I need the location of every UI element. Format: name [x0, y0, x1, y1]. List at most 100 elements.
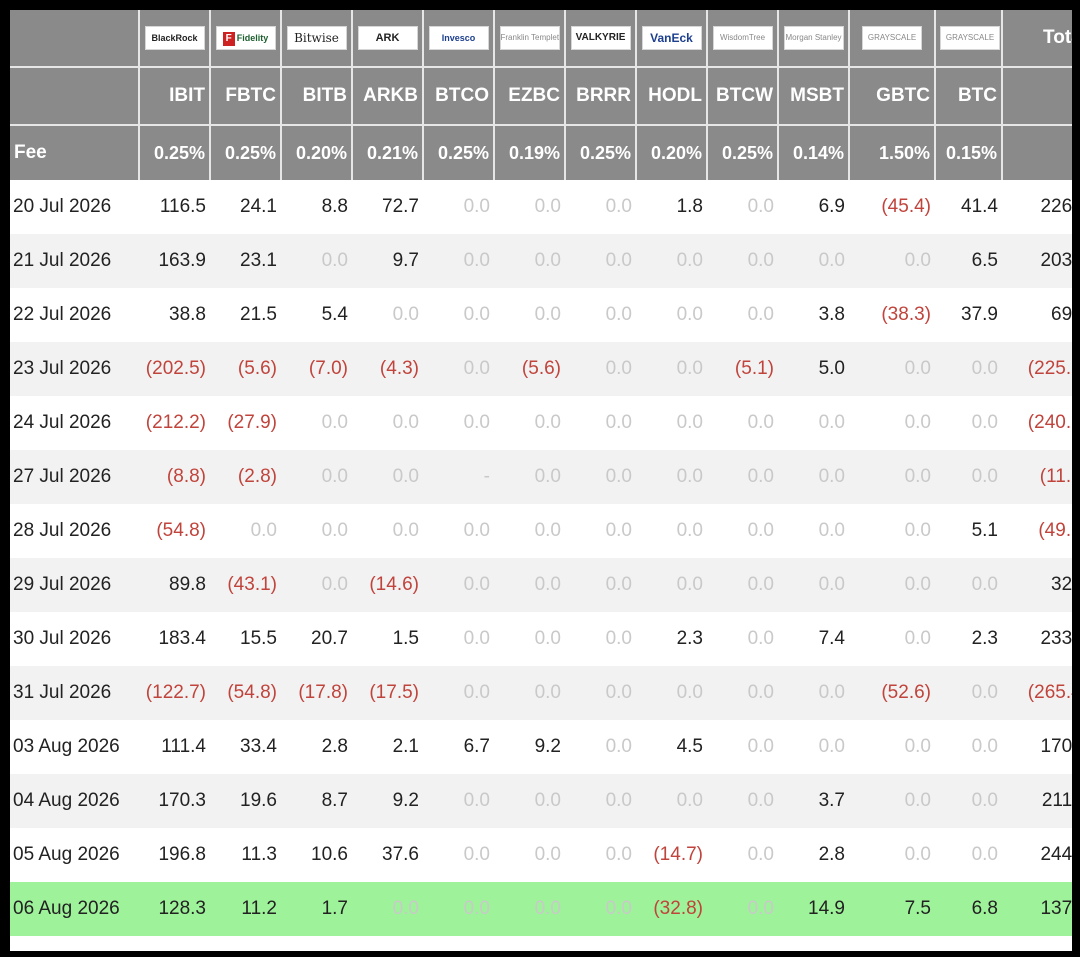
flow-cell-ibit: 111.4	[161, 736, 206, 757]
flow-cell-ibit: 128.3	[139, 882, 210, 936]
flow-cell-arkb: 9.2	[352, 774, 423, 828]
row-date: 06 Aug 2026	[10, 882, 139, 936]
row-total: (11.6)	[1002, 450, 1072, 504]
flow-cell-gbtc: (45.4)	[881, 196, 931, 217]
flow-cell-brrr: 0.0	[605, 412, 632, 433]
flow-cell-btco: 0.0	[463, 412, 490, 433]
flow-cell-btco: 0.0	[463, 196, 490, 217]
flow-cell-gbtc: 0.0	[849, 342, 935, 396]
flow-cell-ibit: 163.9	[139, 234, 210, 288]
flow-cell-arkb: 0.0	[352, 450, 423, 504]
row-total: 233.1	[1040, 628, 1072, 649]
flow-cell-btcw: 0.0	[707, 234, 778, 288]
flow-cell-fbtc: 11.2	[210, 882, 281, 936]
flow-cell-msbt: 3.8	[818, 304, 845, 325]
fee-btco: 0.25%	[423, 124, 495, 180]
fee-arkb: 0.21%	[352, 124, 424, 180]
flow-cell-gbtc: 0.0	[904, 844, 931, 865]
flow-cell-btcw: 0.0	[707, 450, 778, 504]
ticker-fbtc: FBTC	[210, 66, 282, 125]
flow-cell-bitb: 8.7	[281, 774, 352, 828]
flow-cell-btc: 6.8	[935, 882, 1002, 936]
flow-cell-arkb: 37.6	[382, 844, 419, 865]
flow-cell-gbtc: 0.0	[849, 558, 935, 612]
flow-cell-arkb: (17.5)	[352, 666, 423, 720]
flow-cell-ezbc: (5.6)	[494, 342, 565, 396]
grayscale-mini-logo: GRAYSCALE	[940, 26, 1000, 50]
flow-cell-ezbc: 0.0	[494, 882, 565, 936]
flow-cell-gbtc: 0.0	[904, 628, 931, 649]
franklin-templeton-logo: Franklin Templeton	[499, 26, 560, 50]
flow-cell-arkb: 1.5	[392, 628, 419, 649]
vaneck-logo: VanEck	[641, 26, 702, 50]
logo-cell-grayscale-gbtc: GRAYSCALE	[849, 10, 936, 67]
row-date: 27 Jul 2026	[10, 450, 139, 504]
wisdomtree-logo: WisdomTree	[712, 26, 773, 50]
row-total: 137.6	[1002, 882, 1072, 936]
fee-ibit: 0.25%	[139, 124, 211, 180]
flow-cell-ibit: 196.8	[158, 844, 206, 865]
flow-cell-ezbc: 0.0	[534, 196, 561, 217]
fee-btc: 0.15%	[935, 124, 1003, 180]
flow-cell-hodl: (32.8)	[636, 882, 707, 936]
flow-cell-btc: 0.0	[971, 844, 998, 865]
flow-cell-bitb: 1.7	[281, 882, 352, 936]
flow-cell-btc: 41.4	[961, 196, 998, 217]
fee-ezbc: 0.19%	[494, 124, 566, 180]
flow-cell-hodl: 0.0	[636, 342, 707, 396]
ticker-total-blank	[1002, 66, 1072, 125]
flow-cell-arkb: 0.0	[392, 304, 419, 325]
flow-cell-btcw: 0.0	[747, 520, 774, 541]
flow-cell-msbt: 3.7	[778, 774, 849, 828]
fee-brrr: 0.25%	[565, 124, 637, 180]
flow-cell-hodl: 0.0	[636, 450, 707, 504]
flow-cell-msbt: 0.0	[818, 412, 845, 433]
ticker-corner	[10, 66, 140, 125]
fee-msbt: 0.14%	[778, 124, 850, 180]
flow-cell-btcw: 0.0	[747, 196, 774, 217]
flow-cell-btco: 0.0	[423, 234, 494, 288]
logo-cell-valkyrie: VALKYRIE	[565, 10, 637, 67]
flow-cell-fbtc: 21.5	[240, 304, 277, 325]
flow-cell-arkb: 0.0	[392, 520, 419, 541]
flow-cell-arkb: 0.0	[352, 882, 423, 936]
flow-cell-brrr: 0.0	[565, 774, 636, 828]
flow-cell-ezbc: 0.0	[494, 234, 565, 288]
row-total: 69.1	[1051, 304, 1072, 325]
table-row: 29 Jul 2026 89.8 (43.1) 0.0 (14.6) 0.0 0.0 0.0 0…	[10, 558, 1072, 612]
row-date: 29 Jul 2026	[10, 558, 139, 612]
fidelity-logo: F Fidelity	[215, 26, 276, 50]
row-total: (225.1)	[1002, 342, 1072, 396]
logo-header-row: BlackRock F Fidelity Bitwise ARK Invesco …	[10, 10, 1072, 67]
flow-cell-brrr: 0.0	[565, 882, 636, 936]
flow-cell-bitb: 20.7	[311, 628, 348, 649]
flow-cell-msbt: 14.9	[778, 882, 849, 936]
row-total: 211.5	[1002, 774, 1072, 828]
flow-cell-gbtc: 7.5	[849, 882, 935, 936]
flow-cell-btc: 0.0	[935, 774, 1002, 828]
flow-cell-fbtc: 19.6	[210, 774, 281, 828]
flow-cell-hodl: 4.5	[676, 736, 703, 757]
flow-cell-bitb: (7.0)	[281, 342, 352, 396]
flow-cell-btco: 0.0	[463, 304, 490, 325]
flow-cell-btc: 0.0	[935, 558, 1002, 612]
flow-cell-ibit: 170.3	[139, 774, 210, 828]
flow-cell-btco: 0.0	[423, 342, 494, 396]
flow-cell-bitb: 5.4	[321, 304, 348, 325]
row-date: 21 Jul 2026	[10, 234, 139, 288]
flow-cell-btc: 6.5	[935, 234, 1002, 288]
flow-cell-ezbc: 0.0	[494, 558, 565, 612]
row-date: 30 Jul 2026	[13, 628, 112, 649]
ticker-btco: BTCO	[423, 66, 495, 125]
flow-cell-btco: 0.0	[463, 520, 490, 541]
flow-cell-fbtc: 0.0	[250, 520, 277, 541]
row-date: 05 Aug 2026	[13, 844, 120, 865]
table-row: 23 Jul 2026 (202.5) (5.6) (7.0) (4.3) 0.0 (5.6…	[10, 342, 1072, 396]
flow-cell-hodl: 0.0	[636, 234, 707, 288]
table-row: 28 Jul 2026 (54.8) 0.0 0.0 0.0 0.0 0.0 0.0 0.0 0.…	[10, 504, 1072, 558]
flow-cell-fbtc: (43.1)	[210, 558, 281, 612]
logo-cell-bitwise: Bitwise	[281, 10, 353, 67]
table-row: 27 Jul 2026 (8.8) (2.8) 0.0 0.0-0.0 0.0 0.0 0.0…	[10, 450, 1072, 504]
logo-cell-morgan-stanley: Morgan Stanley	[778, 10, 850, 67]
row-total: (49.7)	[1038, 520, 1072, 541]
